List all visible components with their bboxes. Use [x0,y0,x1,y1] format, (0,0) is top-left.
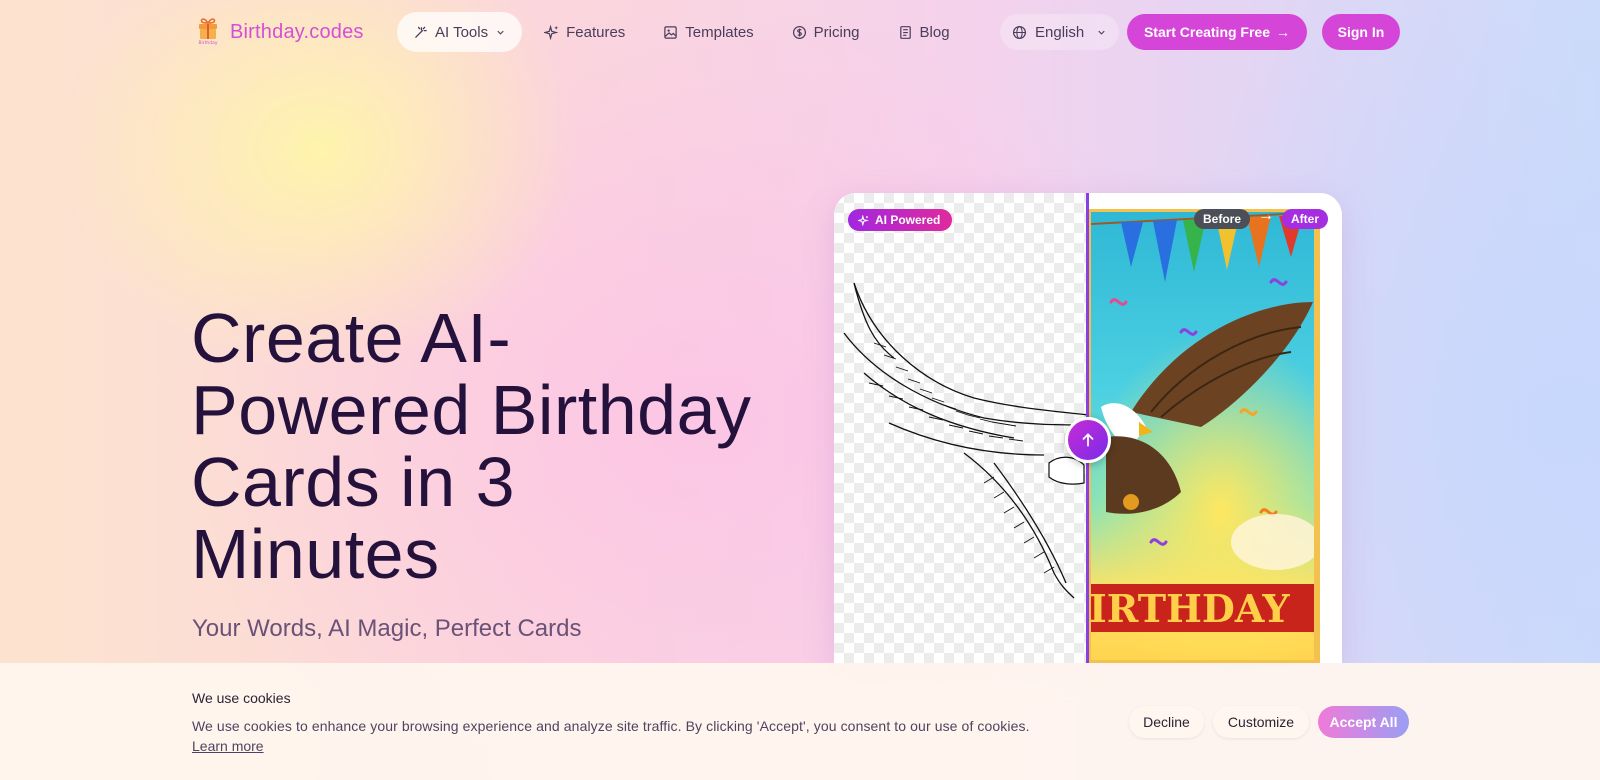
gift-icon: Birthday [196,17,220,47]
chevron-down-icon [1098,30,1105,35]
language-selector[interactable]: English [1000,14,1120,50]
nav-links: AI Tools Features Templates Pricing Blog [397,12,966,52]
brand-logo[interactable]: Birthday Birthday.codes [196,17,364,47]
globe-icon [1012,25,1027,39]
before-badge: Before [1194,209,1251,229]
top-navigation: Birthday Birthday.codes AI Tools Feature… [0,0,1600,64]
hero-title-line: Cards in 3 [191,443,516,521]
banner-text: IRTHDAY [1091,586,1290,631]
arrow-right-icon: → [1258,207,1274,224]
image-icon [664,25,678,39]
comparison-slider-handle[interactable] [1065,417,1111,463]
hero-subtitle: Your Words, AI Magic, Perfect Cards [192,615,582,642]
learn-more-link[interactable]: Learn more [192,738,264,754]
cookie-title: We use cookies [192,690,291,706]
sign-in-button[interactable]: Sign In [1322,14,1400,50]
nav-features-label: Features [566,23,626,41]
nav-pricing-label: Pricing [813,23,860,41]
arrow-up-icon [1082,433,1094,447]
chevron-down-icon [497,30,504,35]
nav-ai-tools[interactable]: AI Tools [397,12,523,52]
hero-title: Create AI- Powered Birthday Cards in 3 M… [191,302,791,590]
cookie-banner: We use cookies We use cookies to enhance… [0,663,1600,780]
svg-text:Birthday: Birthday [198,40,217,46]
customize-button[interactable]: Customize [1213,706,1309,738]
ai-powered-label: AI Powered [875,213,941,227]
nav-pricing[interactable]: Pricing [776,12,876,52]
nav-blog[interactable]: Blog [882,12,966,52]
hero-title-line: Powered Birthday [191,371,752,449]
arrow-right-icon: → [1276,24,1291,40]
eagle-sketch-image [843,282,1089,599]
sign-in-label: Sign In [1337,24,1385,40]
sparkles-icon [544,24,559,40]
nav-ai-tools-label: AI Tools [435,23,489,41]
start-creating-label: Start Creating Free [1143,24,1271,40]
brand-name: Birthday.codes [230,20,364,43]
nav-blog-label: Blog [919,23,950,41]
eagle-birthday-card-image: IRTHDAY [1091,212,1314,632]
after-pane: IRTHDAY [1088,209,1320,663]
decline-button[interactable]: Decline [1129,706,1204,738]
accept-all-button[interactable]: Accept All [1318,706,1409,738]
hero-title-line: Create AI- [191,299,512,377]
cookie-text: We use cookies to enhance your browsing … [192,718,1030,734]
nav-templates-label: Templates [685,23,754,41]
wand-icon [415,26,427,38]
before-after-preview: IRTHDAY AI Powered Before → After [834,193,1342,663]
after-badge: After [1282,209,1329,229]
nav-templates[interactable]: Templates [647,12,769,52]
nav-features[interactable]: Features [528,12,641,52]
ai-powered-badge: AI Powered [848,209,953,231]
dollar-circle-icon [792,25,806,39]
document-icon [899,25,911,39]
sparkles-icon [858,214,869,226]
before-pane [834,193,1089,663]
language-label: English [1035,23,1085,41]
hero-title-line: Minutes [191,515,440,593]
start-creating-button[interactable]: Start Creating Free → [1127,14,1307,50]
